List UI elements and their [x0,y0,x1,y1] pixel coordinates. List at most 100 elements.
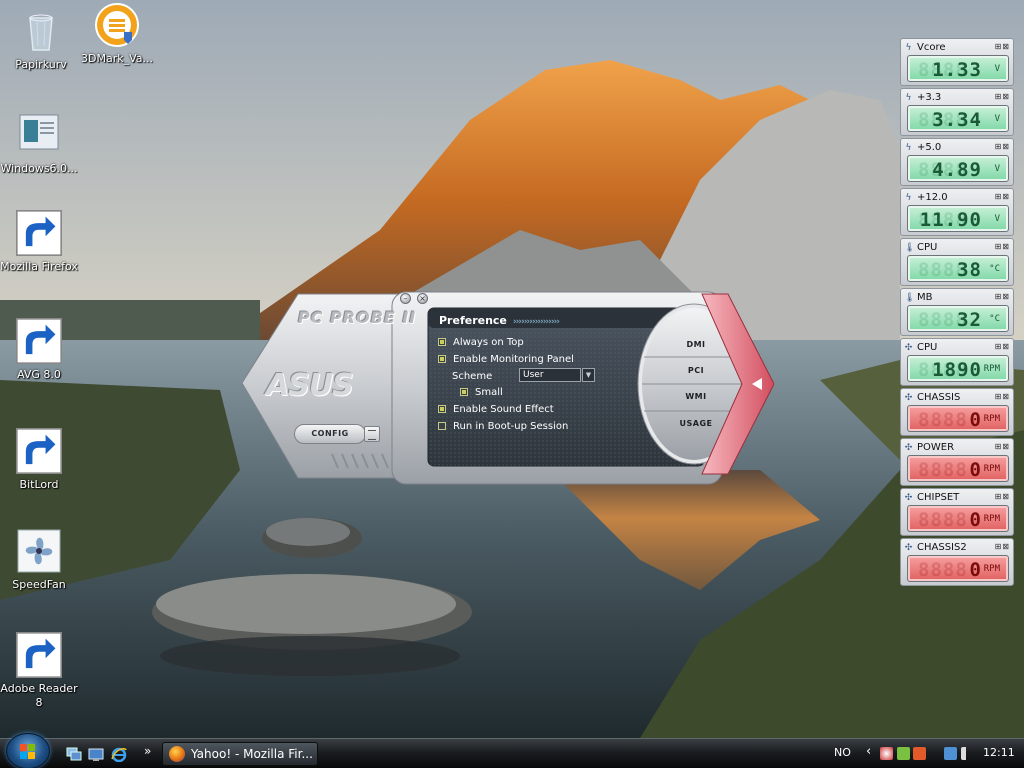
sensor-label: +12.0 [917,192,948,203]
show-desktop-icon[interactable] [88,747,104,762]
sensor-gadget[interactable]: ✣ CHASSIS2 ⊞⊠ 8888 0 RPM [900,538,1014,586]
sensor-config-icon[interactable]: ⊞⊠ [995,142,1010,151]
sensor-config-icon[interactable]: ⊞⊠ [995,442,1010,451]
close-button[interactable]: × [417,293,428,304]
sensor-unit: V [994,164,1000,174]
sensor-gadget[interactable]: ϟ +5.0 ⊞⊠ 8888 4.89 V [900,138,1014,186]
sensor-gadget[interactable]: ϟ Vcore ⊞⊠ 8888 1.33 V [900,38,1014,86]
sensor-unit: RPM [983,564,1000,574]
sensor-config-icon[interactable]: ⊞⊠ [995,242,1010,251]
sensor-value: 0 [969,409,982,431]
tray-security-icon[interactable] [897,747,910,760]
clock[interactable]: 12:11 [983,746,1015,759]
sensor-unit: RPM [983,514,1000,524]
internet-explorer-icon[interactable] [111,747,127,763]
minimize-button[interactable]: – [400,293,411,304]
sensor-config-icon[interactable]: ⊞⊠ [995,392,1010,401]
sensor-gadget[interactable]: ✣ POWER ⊞⊠ 8888 0 RPM [900,438,1014,486]
sensor-label: +5.0 [917,142,942,153]
option-always-on-top[interactable]: Always on Top [438,336,524,349]
sensor-config-icon[interactable]: ⊞⊠ [995,92,1010,101]
desktop-icon-label: Papirkurv [15,58,67,71]
desktop-icon-firefox[interactable]: Mozilla Firefox [0,210,80,274]
sensor-display: 8888 0 RPM [907,505,1009,532]
option-small[interactable]: Small [460,386,503,399]
scheme-label: Scheme [452,371,493,382]
sensor-unit: °C [989,264,1000,274]
desktop-icon-3dmark[interactable]: 3DMark_Va... [76,2,158,66]
sensor-config-icon[interactable]: ⊞⊠ [995,542,1010,551]
tray-speaker-alert-icon[interactable] [913,747,926,760]
sensor-value: 4.89 [932,159,982,181]
sensor-label: POWER [917,442,955,453]
taskbar-button-firefox[interactable]: Yahoo! - Mozilla Fir... [162,742,318,766]
sensor-config-icon[interactable]: ⊞⊠ [995,192,1010,201]
windows-flag-icon [20,744,36,760]
sensor-gadget[interactable]: 🌡 MB ⊞⊠ 8888 32 °C [900,288,1014,336]
nav-dmi-button[interactable]: DMI [644,333,748,357]
sensor-config-icon[interactable]: ⊞⊠ [995,42,1010,51]
nav-pci-button[interactable]: PCI [644,359,748,383]
sensor-unit: RPM [983,364,1000,374]
chevron-strip-icon: ››››››››››››››››› [512,317,560,327]
sensor-label: CHASSIS [917,392,961,403]
fan-icon: ✣ [904,543,913,553]
sensor-gadget[interactable]: ϟ +3.3 ⊞⊠ 8888 3.34 V [900,88,1014,136]
windows-start-icon[interactable] [6,733,50,768]
tray-app-icon[interactable] [880,747,893,760]
desktop-icon-speedfan[interactable]: SpeedFan [0,528,80,592]
sensor-value: 1.33 [932,59,982,81]
desktop-icon-label: SpeedFan [12,578,66,591]
chevron-down-icon[interactable]: ▼ [582,368,595,382]
volume-icon[interactable] [961,747,974,760]
scheme-select[interactable]: User [519,368,581,382]
checkbox-small[interactable] [460,388,468,396]
option-label: Run in Boot-up Session [453,421,569,432]
tray-expand-button[interactable]: ‹ [866,744,871,759]
firefox-icon [169,746,185,762]
sensor-gadget[interactable]: ✣ CPU ⊞⊠ 8888 1890 RPM [900,338,1014,386]
checkbox-always-on-top[interactable] [438,338,446,346]
probe-title: PC PROBE II [298,308,417,327]
quicklaunch-more-button[interactable]: » [144,744,151,758]
sensor-config-icon[interactable]: ⊞⊠ [995,492,1010,501]
nav-wmi-button[interactable]: WMI [644,385,748,409]
firefox-icon [16,210,62,256]
fan-icon: ✣ [904,343,913,353]
desktop-icon-windows6[interactable]: Windows6.0... [0,112,80,176]
voltage-icon: ϟ [905,143,912,153]
desktop-icon-papirkurv[interactable]: Papirkurv [0,8,82,72]
option-run-in-boot-up[interactable]: Run in Boot-up Session [438,420,568,433]
fan-icon [16,528,62,574]
language-indicator[interactable]: NO [834,746,851,759]
sensor-gadget[interactable]: ✣ CHASSIS ⊞⊠ 8888 0 RPM [900,388,1014,436]
sensor-gadget[interactable]: ϟ +12.0 ⊞⊠ 8888 11.90 V [900,188,1014,236]
sensor-config-icon[interactable]: ⊞⊠ [995,342,1010,351]
nav-usage-button[interactable]: USAGE [644,412,748,436]
sensor-value: 32 [957,309,982,331]
switch-windows-icon[interactable] [66,747,82,762]
thermometer-icon: 🌡 [904,293,916,303]
config-button[interactable]: CONFIG [294,424,366,444]
network-icon[interactable] [944,747,957,760]
sensor-unit: V [994,64,1000,74]
checkbox-enable-monitoring-panel[interactable] [438,355,446,363]
desktop-icon-avg[interactable]: AVG 8.0 [0,318,80,382]
preference-header: Preference ››››››››››››››››› [437,313,707,329]
option-enable-sound-effect[interactable]: Enable Sound Effect [438,403,554,416]
avg-icon [16,318,62,364]
desktop-icon-adobe[interactable]: Adobe Reader 8 [0,632,80,710]
option-enable-monitoring-panel[interactable]: Enable Monitoring Panel [438,353,574,366]
sensor-display: 8888 0 RPM [907,455,1009,482]
fan-icon: ✣ [904,493,913,503]
checkbox-enable-sound-effect[interactable] [438,405,446,413]
desktop: Papirkurv 3DMark_Va... Windows6.0... Moz… [0,0,1024,738]
desktop-icon-bitlord[interactable]: BitLord [0,428,80,492]
checkbox-run-in-boot-up[interactable] [438,422,446,430]
notes-icon[interactable] [364,426,380,442]
sensor-label: Vcore [917,42,946,53]
sensor-config-icon[interactable]: ⊞⊠ [995,292,1010,301]
sensor-gadget[interactable]: ✣ CHIPSET ⊞⊠ 8888 0 RPM [900,488,1014,536]
sensor-gadget[interactable]: 🌡 CPU ⊞⊠ 8888 38 °C [900,238,1014,286]
voltage-icon: ϟ [905,43,912,53]
